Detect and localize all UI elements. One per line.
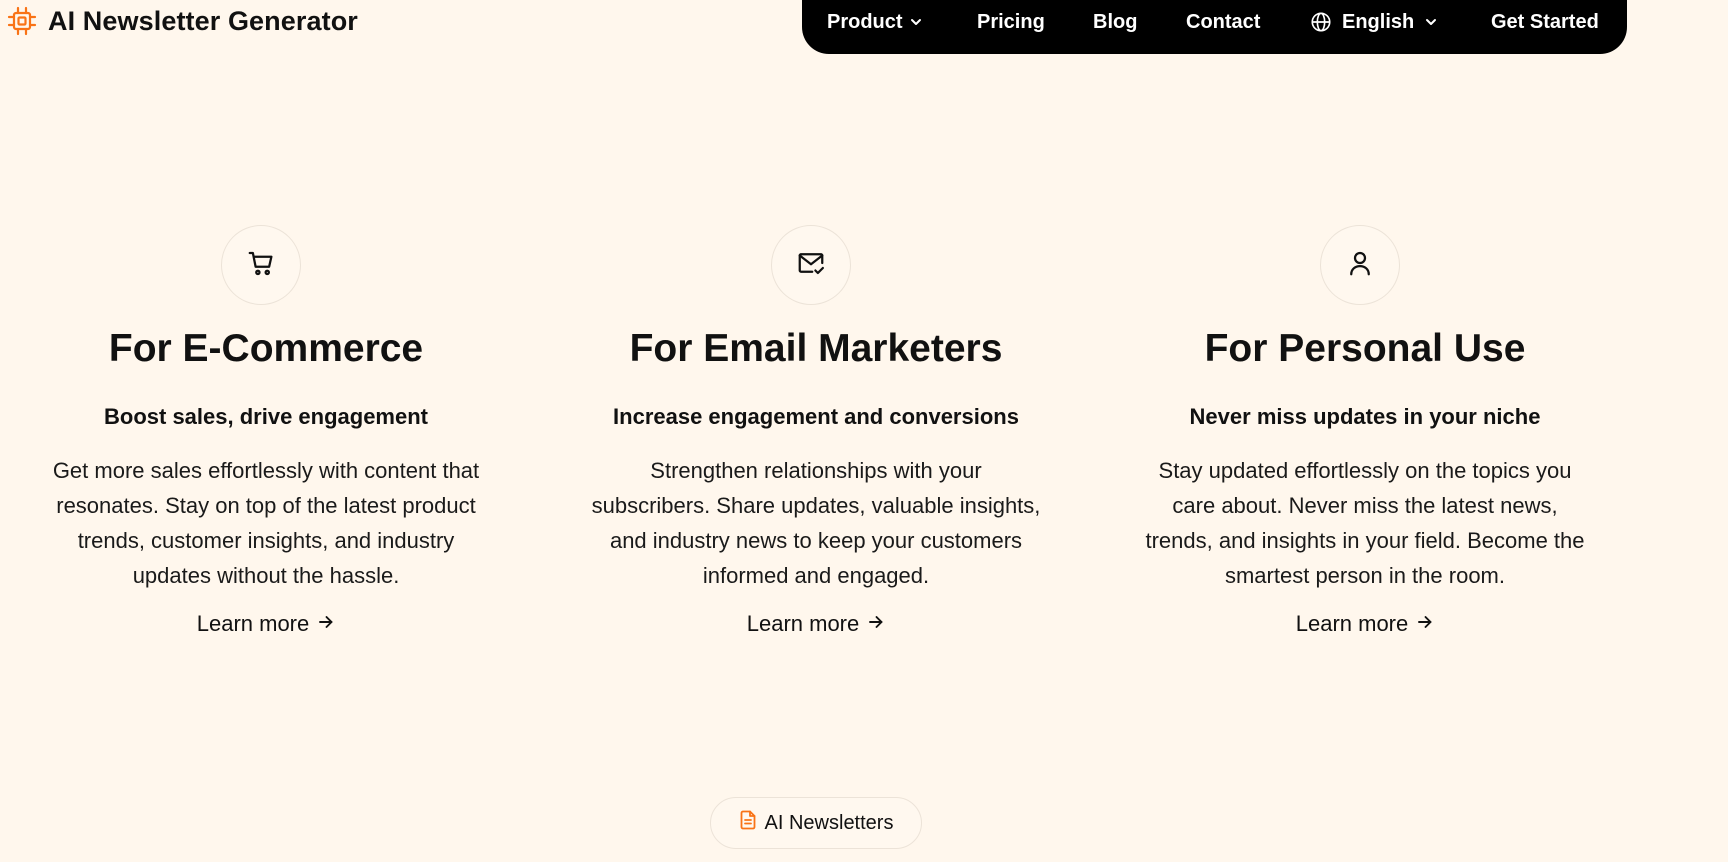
feature-card-personal-use: For Personal Use Never miss updates in y… <box>1130 225 1600 637</box>
get-started-label: Get Started <box>1491 10 1599 33</box>
nav-item-product-label: Product <box>827 10 903 33</box>
arrow-right-icon <box>867 611 885 637</box>
feature-card-subtitle: Boost sales, drive engagement <box>104 404 428 429</box>
globe-icon <box>1310 11 1332 33</box>
site-header: AI Newsletter Generator Product Pricing … <box>0 0 1728 56</box>
feature-card-description: Strengthen relationships with your subsc… <box>591 458 1041 588</box>
language-selector[interactable]: English <box>1310 0 1438 44</box>
feature-card-subtitle: Increase engagement and conversions <box>613 404 1019 429</box>
feature-card-description: Stay updated effortlessly on the topics … <box>1145 458 1585 588</box>
user-icon <box>1345 248 1375 283</box>
badge-label: AI Newsletters <box>764 811 894 834</box>
feature-card-title: For Personal Use <box>1204 327 1526 370</box>
brand-name: AI Newsletter Generator <box>48 5 358 36</box>
learn-more-link[interactable]: Learn more <box>197 611 336 637</box>
nav-item-pricing-label: Pricing <box>977 10 1045 33</box>
learn-more-link[interactable]: Learn more <box>747 611 886 637</box>
feature-card-description: Get more sales effortlessly with content… <box>52 458 480 588</box>
learn-more-label: Learn more <box>746 611 860 636</box>
brand-link[interactable]: AI Newsletter Generator <box>6 5 358 37</box>
feature-icon-circle <box>771 225 851 305</box>
nav-item-pricing[interactable]: Pricing <box>977 0 1045 44</box>
get-started-button[interactable]: Get Started <box>1491 0 1599 44</box>
shopping-cart-icon <box>246 248 276 283</box>
nav-item-blog-label: Blog <box>1093 10 1138 33</box>
feature-card-title: For Email Marketers <box>629 327 1003 370</box>
arrow-right-icon <box>317 611 335 637</box>
feature-card-subtitle: Never miss updates in your niche <box>1189 404 1541 429</box>
feature-icon-circle <box>1320 225 1400 305</box>
feature-icon-circle <box>221 225 301 305</box>
nav-item-contact-label: Contact <box>1186 10 1261 33</box>
document-icon <box>739 810 757 836</box>
chevron-down-icon <box>1424 15 1438 29</box>
learn-more-label: Learn more <box>196 611 310 636</box>
ai-newsletters-badge: AI Newsletters <box>710 797 922 849</box>
chip-icon <box>6 5 38 37</box>
learn-more-label: Learn more <box>1295 611 1409 636</box>
language-label: English <box>1342 10 1415 33</box>
learn-more-link[interactable]: Learn more <box>1296 611 1435 637</box>
arrow-right-icon <box>1416 611 1434 637</box>
feature-card-email-marketers: For Email Marketers Increase engagement … <box>581 225 1051 637</box>
nav-item-contact[interactable]: Contact <box>1186 0 1260 44</box>
main-nav: Product Pricing Blog Contact English Get… <box>802 0 1627 54</box>
nav-item-blog[interactable]: Blog <box>1093 0 1137 44</box>
chevron-down-icon <box>909 15 923 29</box>
mail-check-icon <box>796 248 826 283</box>
feature-card-ecommerce: For E-Commerce Boost sales, drive engage… <box>31 225 501 637</box>
nav-item-product[interactable]: Product <box>827 0 923 44</box>
feature-card-title: For E-Commerce <box>108 327 424 370</box>
